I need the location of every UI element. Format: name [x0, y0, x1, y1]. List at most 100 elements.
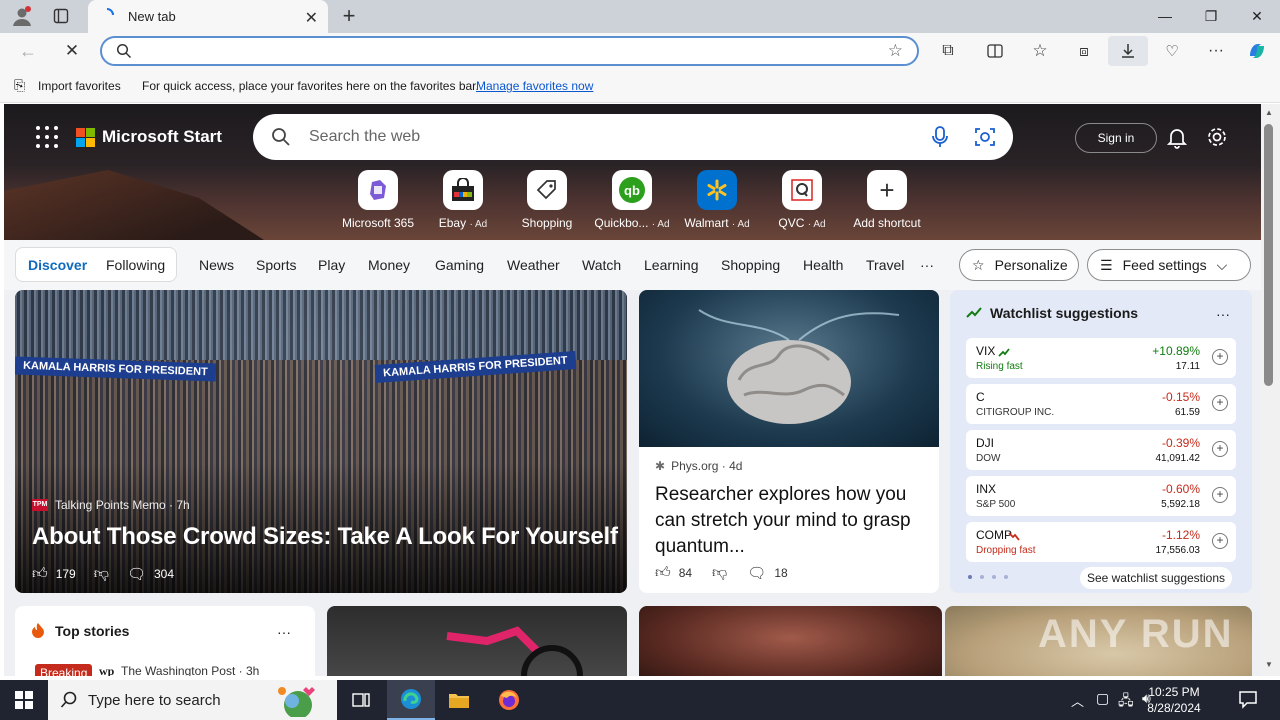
stock-row-vix[interactable]: VIX Rising fast +10.89% 17.11 +: [966, 338, 1236, 378]
scroll-down-arrow-icon[interactable]: ▼: [1265, 660, 1273, 669]
network-icon[interactable]: 🖧︎: [1118, 690, 1134, 714]
minimize-button[interactable]: —: [1142, 0, 1188, 32]
microphone-icon[interactable]: [931, 126, 949, 151]
split-screen-icon[interactable]: [983, 39, 1007, 63]
profile-icon[interactable]: [8, 4, 36, 28]
start-button[interactable]: [0, 680, 48, 720]
file-explorer-button[interactable]: [435, 680, 483, 720]
settings-more-icon[interactable]: ···: [1204, 39, 1228, 63]
system-clock[interactable]: 10:25 PM 8/28/2024: [1136, 684, 1212, 716]
thumbs-down-icon[interactable]: 👎︎: [94, 565, 109, 583]
tab-following[interactable]: Following: [106, 257, 165, 273]
top-stories-more-button[interactable]: ···: [277, 624, 291, 640]
stock-symbol: DJI: [976, 436, 994, 450]
browser-essentials-icon[interactable]: ♡: [1160, 39, 1184, 63]
shortcut-label: Shopping: [521, 216, 573, 230]
thumbs-down-icon[interactable]: 👎︎: [712, 564, 727, 582]
scroll-up-arrow-icon[interactable]: ▲: [1265, 108, 1273, 117]
web-search-box[interactable]: Search the web: [253, 114, 1013, 160]
notifications-bell-icon[interactable]: [1166, 127, 1188, 152]
task-view-button[interactable]: [337, 680, 385, 720]
tab-new-tab[interactable]: New tab ✕: [88, 0, 328, 33]
nav-health[interactable]: Health: [803, 257, 843, 273]
feed-settings-button[interactable]: ☰ Feed settings ⌵: [1087, 249, 1251, 281]
app-launcher-icon[interactable]: [36, 126, 58, 148]
shortcut-quickbooks[interactable]: qb Quickbo... · Ad: [590, 170, 674, 230]
thumbs-up-icon[interactable]: 👍︎: [32, 565, 48, 583]
nav-gaming[interactable]: Gaming: [435, 257, 484, 273]
nav-shopping[interactable]: Shopping: [721, 257, 780, 273]
shortcut-ebay[interactable]: Ebay · Ad: [421, 170, 505, 230]
see-watchlist-suggestions-button[interactable]: See watchlist suggestions: [1080, 567, 1232, 589]
nav-sports[interactable]: Sports: [256, 257, 296, 273]
close-tab-icon[interactable]: ✕: [305, 8, 318, 28]
import-favorites-button[interactable]: Import favorites: [38, 79, 121, 93]
thumbs-up-icon[interactable]: 👍︎: [655, 564, 671, 582]
stock-row-comp[interactable]: COMP Dropping fast -1.12% 17,556.03 +: [966, 522, 1236, 562]
add-to-watchlist-button[interactable]: +: [1212, 395, 1228, 411]
add-to-watchlist-button[interactable]: +: [1212, 441, 1228, 457]
main-story-card[interactable]: KAMALA HARRIS FOR PRESIDENT KAMALA HARRI…: [15, 290, 627, 593]
import-favorites-icon[interactable]: ⎘: [14, 77, 25, 94]
tab-discover[interactable]: Discover: [28, 257, 87, 273]
brand-title[interactable]: Microsoft Start: [102, 127, 222, 147]
stock-row-dji[interactable]: DJI DOW -0.39% 41,091.42 +: [966, 430, 1236, 470]
network-device-icon[interactable]: ▢: [1096, 690, 1109, 707]
nav-learning[interactable]: Learning: [644, 257, 699, 273]
action-center-icon[interactable]: [1238, 689, 1258, 712]
microsoft-365-icon: [358, 170, 398, 210]
favorites-icon[interactable]: ☆: [1028, 39, 1052, 63]
close-window-button[interactable]: ✕: [1234, 0, 1280, 32]
stop-loading-button[interactable]: ✕: [60, 39, 84, 63]
new-tab-button[interactable]: +: [336, 3, 362, 29]
shortcut-qvc[interactable]: QVC · Ad: [760, 170, 844, 230]
comment-icon[interactable]: 🗨︎: [747, 564, 766, 582]
nav-travel[interactable]: Travel: [866, 257, 904, 273]
visual-search-icon[interactable]: [974, 126, 996, 151]
favorites-hint: For quick access, place your favorites h…: [142, 79, 479, 93]
shortcut-walmart[interactable]: Walmart · Ad: [675, 170, 759, 230]
watchlist-title: Watchlist suggestions: [990, 305, 1139, 321]
shortcut-add[interactable]: + Add shortcut: [845, 170, 929, 230]
downloads-icon[interactable]: [1108, 36, 1148, 66]
collections-icon[interactable]: ⧈: [1072, 39, 1096, 63]
firefox-taskbar-button[interactable]: [485, 680, 533, 720]
bike-story-card[interactable]: [327, 606, 627, 676]
add-to-watchlist-button[interactable]: +: [1212, 533, 1228, 549]
restore-button[interactable]: ❐: [1188, 0, 1234, 32]
shortcut-shopping[interactable]: Shopping: [505, 170, 589, 230]
favorite-star-icon[interactable]: ☆: [888, 41, 903, 61]
watchlist-more-button[interactable]: ···: [1216, 306, 1230, 322]
nav-news[interactable]: News: [199, 257, 234, 273]
sign-in-button[interactable]: Sign in: [1075, 123, 1157, 153]
edge-taskbar-button[interactable]: [387, 680, 435, 720]
nav-play[interactable]: Play: [318, 257, 345, 273]
manage-favorites-link[interactable]: Manage favorites now: [476, 79, 593, 93]
story-headline[interactable]: About Those Crowd Sizes: Take A Look For…: [32, 523, 618, 551]
add-to-watchlist-button[interactable]: +: [1212, 487, 1228, 503]
copilot-icon[interactable]: [1244, 38, 1270, 64]
stock-row-inx[interactable]: INX S&P 500 -0.60% 5,592.18 +: [966, 476, 1236, 516]
back-button[interactable]: ←: [16, 39, 40, 63]
taskbar-search[interactable]: Type here to search: [48, 680, 337, 720]
address-bar[interactable]: ☆: [100, 36, 919, 66]
personalize-button[interactable]: ☆ Personalize: [959, 249, 1079, 281]
settings-gear-icon[interactable]: [1206, 126, 1228, 151]
article-card[interactable]: ✱ Phys.org · 4d Researcher explores how …: [639, 290, 939, 593]
nav-more-button[interactable]: ···: [920, 257, 934, 273]
carousel-dots[interactable]: [968, 575, 1008, 579]
shortcut-microsoft-365[interactable]: Microsoft 365: [336, 170, 420, 230]
extensions-icon[interactable]: ⧉: [936, 39, 960, 63]
nav-watch[interactable]: Watch: [582, 257, 621, 273]
comment-icon[interactable]: 🗨︎: [127, 565, 146, 583]
nav-weather[interactable]: Weather: [507, 257, 560, 273]
show-hidden-icons-chevron-icon[interactable]: ︿: [1071, 691, 1084, 710]
tab-actions-icon[interactable]: [48, 4, 74, 28]
stock-row-c[interactable]: C CITIGROUP INC. -0.15% 61.59 +: [966, 384, 1236, 424]
personalize-label: Personalize: [994, 257, 1068, 273]
article-headline[interactable]: Researcher explores how you can stretch …: [655, 482, 930, 560]
nav-money[interactable]: Money: [368, 257, 410, 273]
scrollbar-thumb[interactable]: [1264, 124, 1273, 386]
add-to-watchlist-button[interactable]: +: [1212, 349, 1228, 365]
person-story-card[interactable]: [639, 606, 942, 676]
